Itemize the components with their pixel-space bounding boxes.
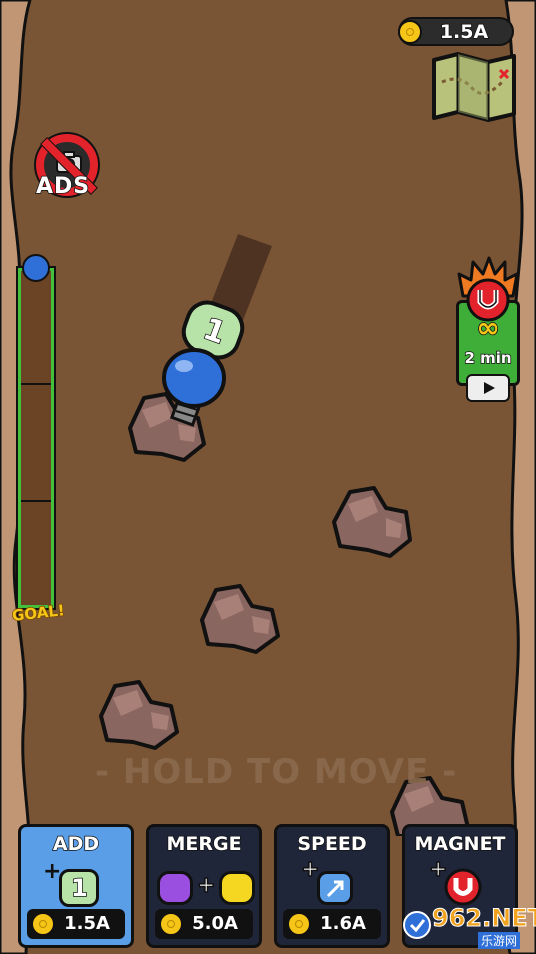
blue-drill-bit [162,348,226,427]
speed-upgrade-card[interactable]: SPEED + 1.6A [274,824,390,948]
depth-progress-bar [18,254,54,608]
coin-icon [31,912,55,936]
right-wall [504,0,536,954]
coin-icon [398,20,422,44]
boost-duration: 2 min [464,348,513,368]
watermark-logo-icon [403,911,431,939]
hold-to-move-hint: - HOLD TO MOVE - [95,752,458,792]
player-drill: 1 [150,300,250,430]
watch-ad-play-icon[interactable] [466,374,510,402]
magnet-flame-icon [457,256,519,322]
progress-track [18,268,54,608]
coin-balance: 1.5A [398,17,514,46]
progress-divider [21,383,51,385]
merge-upgrade-card[interactable]: MERGE + 5.0A [146,824,262,948]
speed-icon [317,871,353,905]
plus-icon: + [196,872,216,899]
map-icon[interactable] [430,52,518,122]
card-title: MERGE [166,832,243,856]
rock [200,584,280,654]
card-title: ADD [52,832,100,856]
progress-divider [21,500,51,502]
game-scene[interactable]: 1 1.5A ADS GOAL! ∞ 2 min - HOLD TO MOVE … [0,0,536,954]
card-price: 1.5A [27,909,125,939]
price-amount: 1.6A [319,912,366,935]
rock [332,486,412,558]
watermark-brand: 962.NET [431,904,536,933]
coin-icon [287,912,311,936]
add-upgrade-card[interactable]: ADD + 1 1.5A [18,824,134,948]
magnet-icon [444,868,482,906]
price-amount: 5.0A [191,912,238,935]
rock [99,680,179,750]
purple-block-icon [157,871,193,905]
no-ads-button[interactable]: ADS [28,130,112,212]
arrow-icon [326,880,344,898]
watermark-sub: 乐游网 [478,932,521,949]
card-icon-value: 1 [70,873,88,903]
coin-icon [159,912,183,936]
coin-amount: 1.5A [439,20,489,44]
card-price: 1.6A [283,909,381,939]
price-amount: 1.5A [63,912,110,935]
card-price: 5.0A [155,909,253,939]
progress-marker [22,254,50,282]
card-title: SPEED [297,832,368,856]
card-title: MAGNET [414,832,507,856]
yellow-block-icon [219,871,255,905]
no-ads-label: ADS [35,173,91,200]
site-watermark: 962.NET 乐游网 [402,902,536,950]
